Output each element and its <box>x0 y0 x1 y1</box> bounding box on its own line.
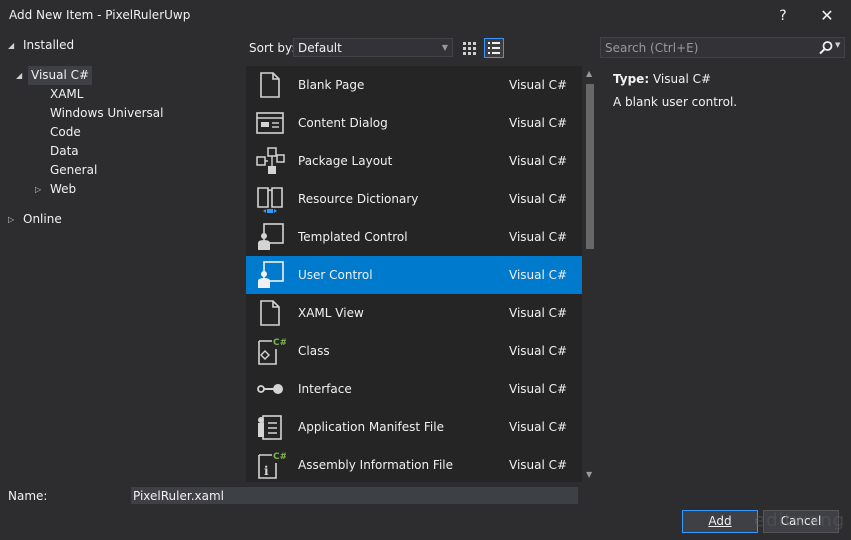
title-bar: Add New Item - PixelRulerUwp ? ✕ <box>0 0 851 32</box>
template-name: User Control <box>298 268 373 282</box>
page-icon <box>260 300 280 326</box>
search-input[interactable] <box>601 38 815 57</box>
template-language: Visual C# <box>509 268 568 282</box>
template-row-xaml-view[interactable]: XAML View Visual C# <box>246 294 582 332</box>
svg-text:i: i <box>264 464 269 478</box>
template-name: Interface <box>298 382 352 396</box>
tree-label-installed: Installed <box>23 38 75 52</box>
dropdown-arrow-icon: ▼ <box>441 43 448 52</box>
details-pane: Type: Visual C# A blank user control. <box>613 71 833 110</box>
template-name: Resource Dictionary <box>298 192 419 206</box>
detail-type: Type: Visual C# <box>613 71 833 87</box>
template-name: Application Manifest File <box>298 420 444 434</box>
tree-item-xaml[interactable]: XAML <box>50 85 83 104</box>
tree-label-web: Web <box>50 182 77 196</box>
tree-item-code[interactable]: Code <box>50 123 81 142</box>
template-name: Class <box>298 344 330 358</box>
search-icon[interactable] <box>818 40 834 56</box>
grid-view-icon <box>463 42 476 55</box>
tree-item-data[interactable]: Data <box>50 142 79 161</box>
expanded-arrow-icon[interactable]: ◢ <box>16 66 26 85</box>
tree-label-online: Online <box>23 212 62 226</box>
type-value: Visual C# <box>652 72 712 86</box>
add-button[interactable]: Add <box>682 510 758 533</box>
template-row-application-manifest-file[interactable]: Application Manifest File Visual C# <box>246 408 582 446</box>
search-options-arrow-icon[interactable]: ▼ <box>835 41 840 49</box>
template-name: XAML View <box>298 306 364 320</box>
template-language: Visual C# <box>509 78 568 92</box>
name-label: Name: <box>8 489 48 503</box>
dialog-icon <box>256 112 284 134</box>
search-box[interactable]: ▼ <box>600 37 845 58</box>
template-name: Blank Page <box>298 78 365 92</box>
scroll-down-arrow-icon[interactable]: ▼ <box>586 470 592 479</box>
svg-text:C#: C# <box>273 338 286 348</box>
cancel-button-label: Cancel <box>780 514 822 528</box>
template-list: Blank Page Visual C# Content Dialog Visu… <box>246 66 582 482</box>
template-row-resource-dictionary[interactable]: Resource Dictionary Visual C# <box>246 180 582 218</box>
page-icon <box>260 72 280 98</box>
svg-text:C#: C# <box>273 452 286 462</box>
template-row-content-dialog[interactable]: Content Dialog Visual C# <box>246 104 582 142</box>
template-language: Visual C# <box>509 420 568 434</box>
list-view-button[interactable] <box>484 38 504 58</box>
template-language: Visual C# <box>509 458 568 472</box>
template-name: Content Dialog <box>298 116 388 130</box>
template-language: Visual C# <box>509 306 568 320</box>
tree-item-windows-universal[interactable]: Windows Universal <box>50 104 163 123</box>
scroll-up-arrow-icon[interactable]: ▲ <box>586 69 592 78</box>
tree-label-visual-csharp: Visual C# <box>28 66 93 85</box>
small-icons-view-button[interactable] <box>459 38 479 58</box>
templated-control-icon <box>258 223 284 250</box>
close-button[interactable]: ✕ <box>813 4 841 28</box>
template-name: Package Layout <box>298 154 393 168</box>
assembly-info-icon: i C# <box>258 452 286 479</box>
type-label: Type: <box>613 72 650 86</box>
template-language: Visual C# <box>509 382 568 396</box>
template-row-package-layout[interactable]: Package Layout Visual C# <box>246 142 582 180</box>
template-language: Visual C# <box>509 154 568 168</box>
template-language: Visual C# <box>509 344 568 358</box>
category-tree: ◢ Installed ◢ Visual C# XAML Windows Uni… <box>0 32 246 482</box>
template-row-user-control[interactable]: User Control Visual C# <box>246 256 582 294</box>
expanded-arrow-icon[interactable]: ◢ <box>8 36 18 55</box>
cancel-button[interactable]: Cancel <box>763 510 839 533</box>
class-icon: C# <box>258 338 286 365</box>
user-control-icon <box>258 261 284 288</box>
template-language: Visual C# <box>509 192 568 206</box>
template-row-templated-control[interactable]: Templated Control Visual C# <box>246 218 582 256</box>
sort-by-label: Sort by: <box>249 41 296 55</box>
template-row-class[interactable]: C# Class Visual C# <box>246 332 582 370</box>
template-row-interface[interactable]: Interface Visual C# <box>246 370 582 408</box>
sort-by-value: Default <box>298 41 342 55</box>
template-description: A blank user control. <box>613 95 738 109</box>
template-row-blank-page[interactable]: Blank Page Visual C# <box>246 66 582 104</box>
scrollbar-thumb[interactable] <box>586 84 594 249</box>
manifest-icon <box>258 415 282 440</box>
template-list-scrollbar[interactable]: ▲ ▼ <box>582 66 598 482</box>
template-language: Visual C# <box>509 116 568 130</box>
sort-by-dropdown[interactable]: Default ▼ <box>293 38 453 57</box>
template-row-assembly-information-file[interactable]: i C# Assembly Information File Visual C# <box>246 446 582 482</box>
template-language: Visual C# <box>509 230 568 244</box>
template-name: Assembly Information File <box>298 458 454 472</box>
tree-item-general[interactable]: General <box>50 161 97 180</box>
template-name: Templated Control <box>298 230 408 244</box>
name-field[interactable] <box>131 487 578 504</box>
add-button-label: Add <box>708 514 732 528</box>
resource-dictionary-icon <box>257 187 283 213</box>
interface-icon <box>257 384 283 394</box>
help-button[interactable]: ? <box>769 4 797 28</box>
package-layout-icon <box>256 147 285 174</box>
collapsed-arrow-icon[interactable]: ▷ <box>35 180 45 199</box>
list-view-icon <box>488 42 500 54</box>
window-title: Add New Item - PixelRulerUwp <box>9 8 191 22</box>
collapsed-arrow-icon[interactable]: ▷ <box>8 210 18 229</box>
